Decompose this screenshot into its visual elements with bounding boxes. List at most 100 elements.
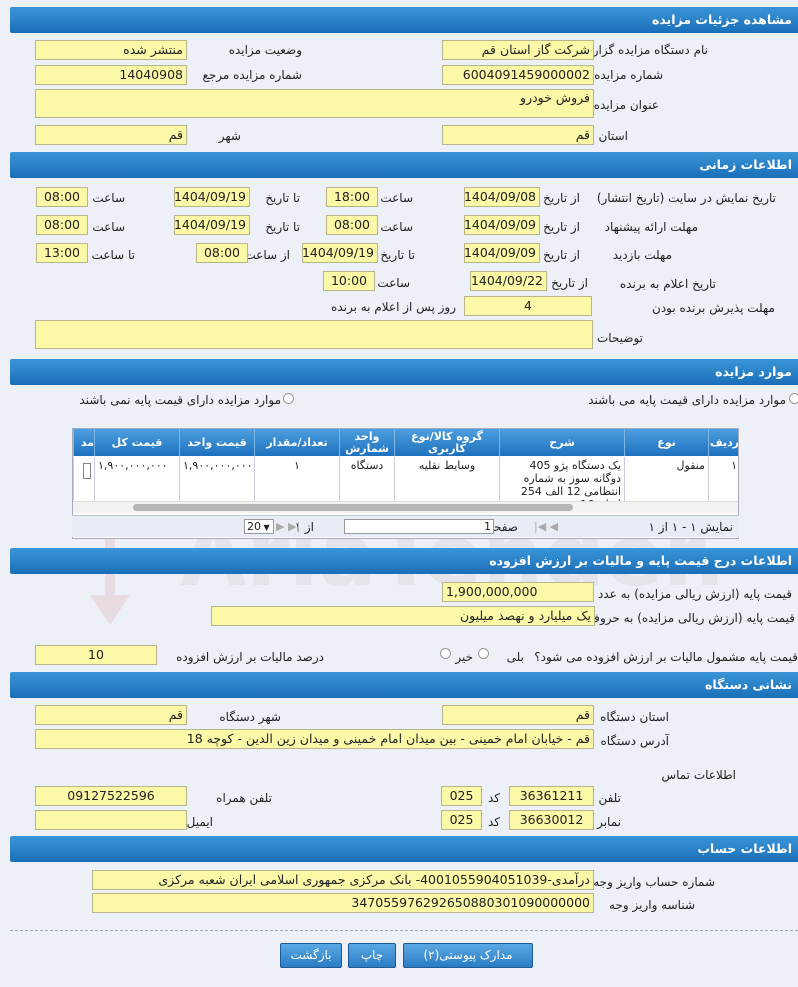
cell-unit: دستگاه bbox=[339, 457, 394, 501]
section-header-price: اطلاعات درج قیمت پایه و مالیات بر ارزش ا… bbox=[10, 548, 798, 574]
vat-yes-label: بلی bbox=[506, 650, 524, 664]
accept-days-suffix: روز پس از اعلام به برنده bbox=[331, 300, 456, 314]
cell-qty: ۱ bbox=[254, 457, 339, 501]
vat-no-radio[interactable] bbox=[440, 648, 451, 659]
title-field: فروش خودرو bbox=[35, 89, 594, 118]
announce-date-field: 1404/09/22 bbox=[470, 271, 547, 291]
visit-from-time-field: 08:00 bbox=[196, 243, 248, 263]
chevron-down-icon: ▼ bbox=[261, 523, 270, 532]
pager-page-size-value: 20 bbox=[247, 520, 261, 533]
pager-page-input[interactable]: 1 bbox=[344, 519, 494, 534]
account-number-label: شماره حساب واریز وجه bbox=[593, 875, 715, 889]
title-label: عنوان مزایده bbox=[593, 98, 659, 112]
description-label: توضیحات bbox=[596, 331, 643, 345]
org-address-label: آدرس دستگاه bbox=[600, 734, 669, 748]
announce-time-label: ساعت bbox=[377, 276, 410, 290]
offer-from-time-field: 08:00 bbox=[326, 215, 378, 235]
cell-unit-price: ۱,۹۰۰,۰۰۰,۰۰۰ bbox=[179, 457, 254, 501]
display-from-time-field: 18:00 bbox=[326, 187, 378, 207]
account-number-field: درآمدی-4001055904051039- بانک مرکزی جمهو… bbox=[92, 870, 594, 890]
col-header-unit: واحد شمارش bbox=[339, 429, 394, 456]
ref-number-label: شماره مزایده مرجع bbox=[202, 68, 302, 82]
payment-id-field: 347055976292650880301090000000 bbox=[92, 893, 594, 913]
display-from-label: از تاریخ bbox=[543, 191, 580, 205]
display-to-time-field: 08:00 bbox=[36, 187, 88, 207]
description-field bbox=[35, 320, 593, 349]
radio-without-price[interactable] bbox=[283, 393, 294, 404]
announce-time-field: 10:00 bbox=[323, 271, 375, 291]
number-label: شماره مزایده bbox=[594, 68, 663, 82]
vat-yes-radio[interactable] bbox=[478, 648, 489, 659]
number-field: 6004091459000002 bbox=[442, 65, 594, 85]
cell-type: منقول bbox=[624, 457, 708, 501]
cell-group: وسایط نقلیه bbox=[394, 457, 499, 501]
org-province-label: استان دستگاه bbox=[600, 710, 669, 724]
print-button[interactable]: چاپ bbox=[348, 943, 396, 968]
display-to-time-label: ساعت bbox=[92, 191, 125, 205]
back-button[interactable]: بازگشت bbox=[280, 943, 342, 968]
col-header-group: گروه کالا/نوع کاربری bbox=[394, 429, 499, 456]
footer-divider bbox=[10, 930, 798, 931]
radio-without-price-label: موارد مزایده دارای قیمت پایه نمی باشند bbox=[79, 393, 281, 407]
col-header-more: مد bbox=[73, 429, 94, 456]
pager-last-icon[interactable]: ▶ ▶| bbox=[276, 520, 300, 533]
province-label: استان bbox=[598, 129, 628, 143]
phone-field: 36361211 bbox=[509, 786, 594, 806]
section-header-account: اطلاعات حساب bbox=[10, 836, 798, 862]
email-label: ایمیل bbox=[186, 815, 213, 829]
vat-no-label: خیر bbox=[455, 650, 473, 664]
grid-horizontal-scrollbar[interactable] bbox=[73, 501, 738, 513]
city-field: قم bbox=[35, 125, 187, 145]
fax-code-label: کد bbox=[487, 815, 500, 829]
pager-summary: نمایش ۱ - ۱ از ۱ bbox=[648, 520, 733, 534]
col-header-total: قیمت کل bbox=[94, 429, 179, 456]
pager-page-size-select[interactable]: 20 ▼ bbox=[244, 519, 274, 534]
phone-label: تلفن bbox=[598, 791, 621, 805]
visit-to-label: تا تاریخ bbox=[380, 248, 415, 262]
phone-code-label: کد bbox=[487, 791, 500, 805]
section-header-timing: اطلاعات زمانی bbox=[10, 152, 798, 178]
payment-id-label: شناسه واریز وجه bbox=[609, 898, 695, 912]
display-from-time-label: ساعت bbox=[380, 191, 413, 205]
base-price-num-field: 1,900,000,000 bbox=[442, 582, 594, 602]
vat-percent-field: 10 bbox=[35, 645, 157, 665]
offer-from-field: 1404/09/09 bbox=[464, 215, 540, 235]
offer-to-time-field: 08:00 bbox=[36, 215, 88, 235]
accept-days-field: 4 bbox=[464, 296, 592, 316]
visit-to-time-label: تا ساعت bbox=[91, 248, 135, 262]
cell-more[interactable] bbox=[73, 457, 94, 501]
announce-label: تاریخ اعلام به برنده bbox=[619, 277, 716, 291]
org-label: نام دستگاه مزایده گزار bbox=[592, 43, 708, 57]
col-header-idx: ردیف bbox=[708, 429, 738, 456]
base-price-num-label: قیمت پایه (ارزش ریالی مزایده) به عدد bbox=[597, 587, 792, 601]
cell-idx: ۱ bbox=[708, 457, 738, 501]
section-header-details: مشاهده جزئیات مزایده bbox=[10, 7, 798, 33]
radio-with-price[interactable] bbox=[789, 393, 798, 404]
section-header-items: موارد مزایده bbox=[10, 359, 798, 385]
display-from-field: 1404/09/08 bbox=[464, 187, 540, 207]
vat-percent-label: درصد مالیات بر ارزش افزوده bbox=[176, 650, 324, 664]
visit-from-field: 1404/09/09 bbox=[464, 243, 540, 263]
pager-first-icon[interactable]: |◀ ◀ bbox=[534, 520, 558, 533]
cell-desc: یک دستگاه پژو 405 دوگانه سوز به شماره ان… bbox=[499, 457, 624, 501]
radio-with-price-label: موارد مزایده دارای قیمت پایه می باشند bbox=[588, 393, 786, 407]
ref-number-field: 14040908 bbox=[35, 65, 187, 85]
col-header-unit-price: قیمت واحد bbox=[179, 429, 254, 456]
province-field: قم bbox=[442, 125, 594, 145]
offer-to-field: 1404/09/19 bbox=[174, 215, 250, 235]
fax-label: نمابر bbox=[597, 815, 621, 829]
org-field: شرکت گاز استان قم bbox=[442, 40, 594, 60]
org-city-field: قم bbox=[35, 705, 187, 725]
phone-code-field: 025 bbox=[441, 786, 482, 806]
mobile-label: تلفن همراه bbox=[216, 791, 272, 805]
announce-date-label: از تاریخ bbox=[551, 276, 588, 290]
base-price-words-label: قیمت پایه (ارزش ریالی مزایده) به حروف bbox=[587, 611, 795, 625]
offer-deadline-label: مهلت ارائه پیشنهاد bbox=[604, 220, 698, 234]
offer-from-label: از تاریخ bbox=[543, 220, 580, 234]
attachments-button[interactable]: مدارک پیوستی(۲) bbox=[403, 943, 533, 968]
scrollbar-thumb[interactable] bbox=[133, 504, 573, 511]
org-province-field: قم bbox=[442, 705, 594, 725]
section-header-address: نشانی دستگاه bbox=[10, 672, 798, 698]
contact-info-label: اطلاعات تماس bbox=[661, 768, 736, 782]
col-header-desc: شرح bbox=[499, 429, 624, 456]
